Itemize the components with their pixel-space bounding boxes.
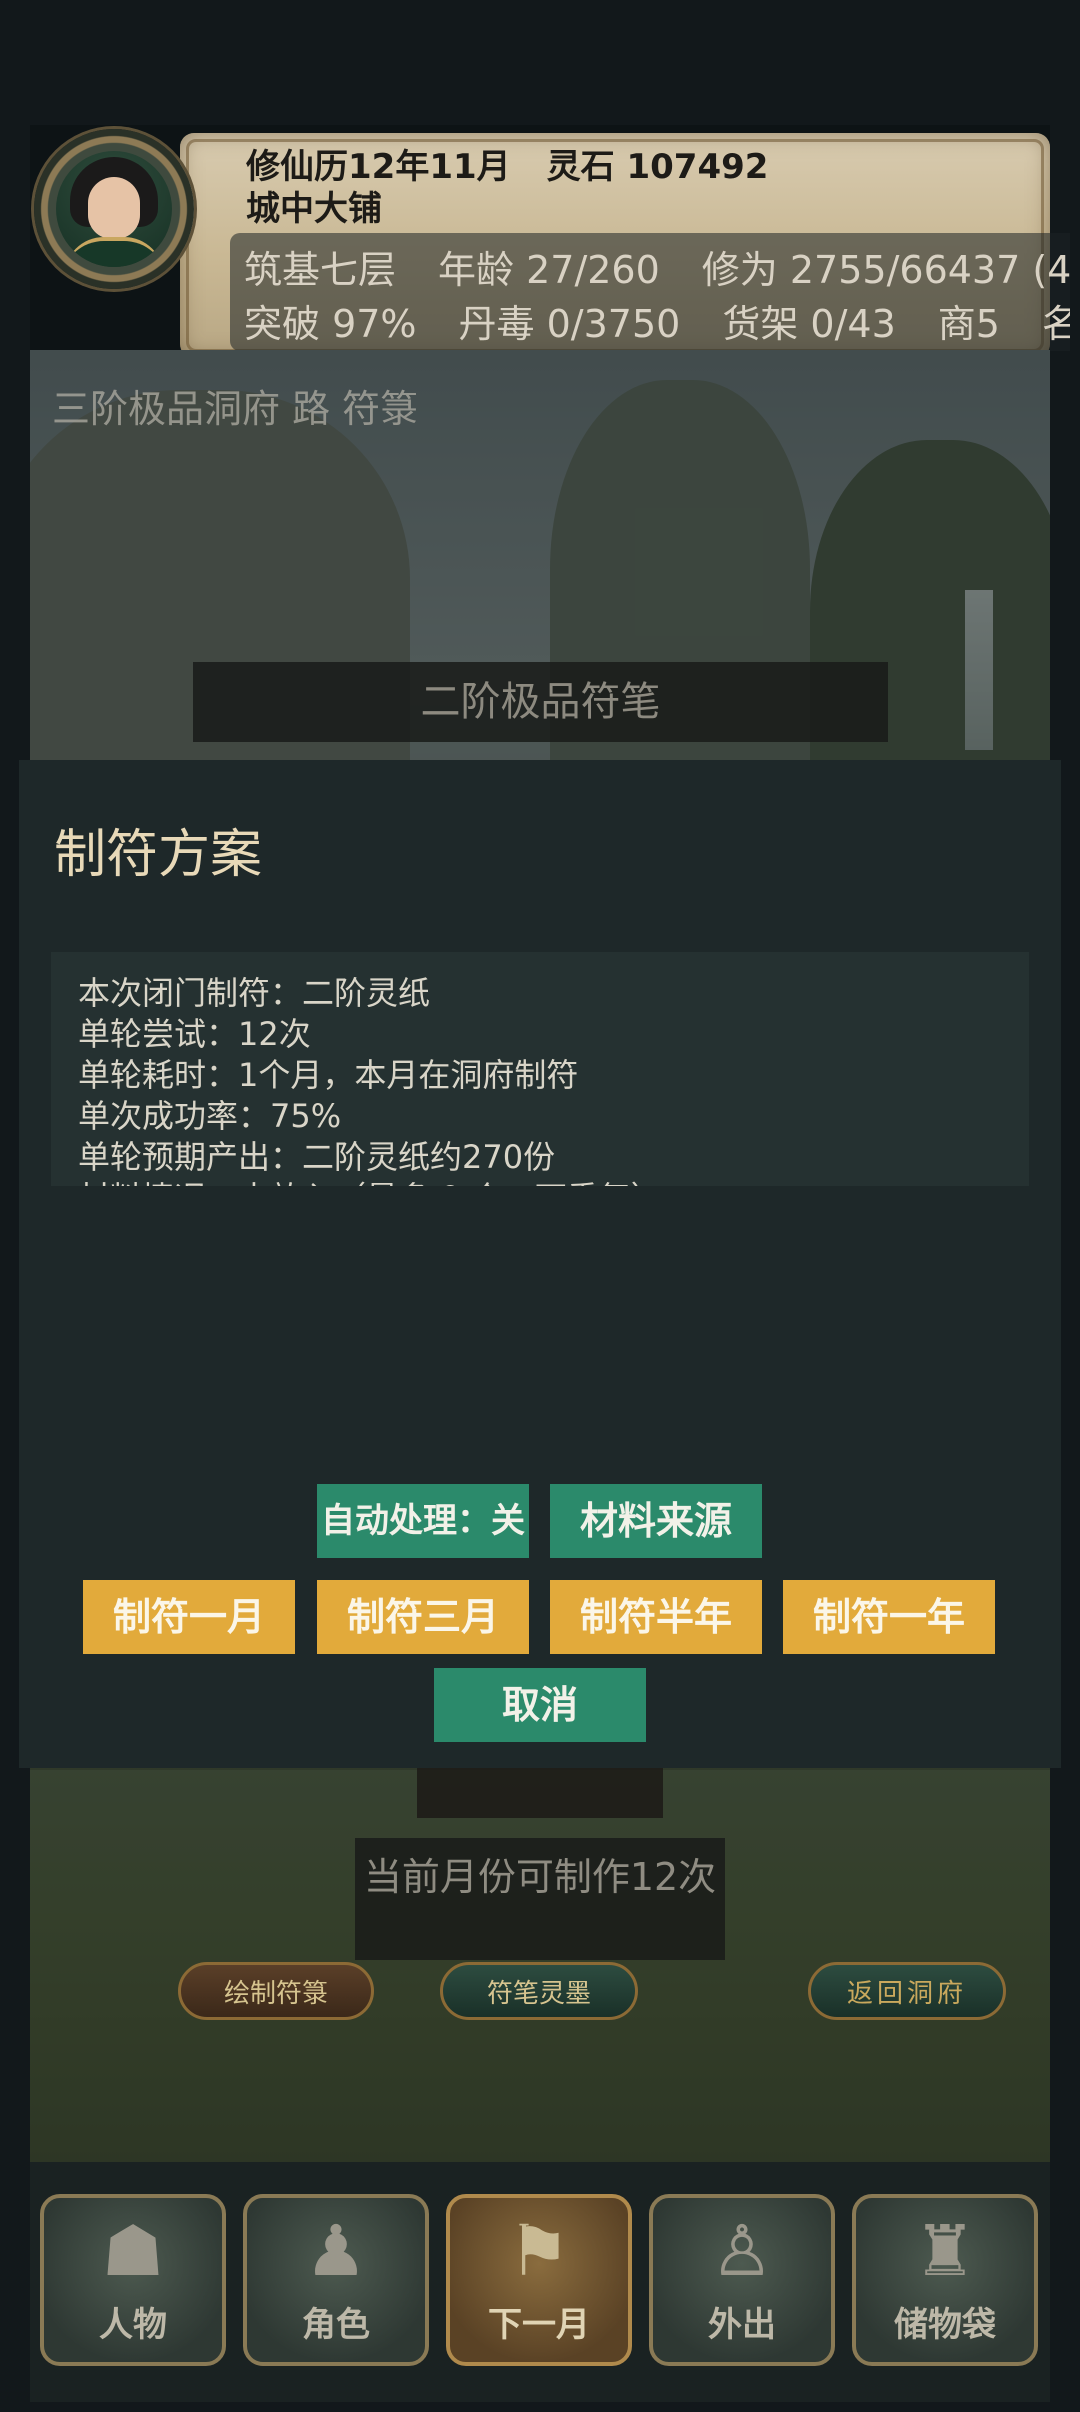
nav-next-month[interactable]: ⚑ 下一月 (446, 2194, 632, 2366)
stats-panel: 筑基七层年龄 27/260 修为 2755/66437 (4%) 突破 97% 丹毒… (230, 233, 1070, 351)
reputation-stat: 名望 (1041, 302, 1070, 346)
nav-travel-label: 外出 (708, 2305, 776, 2345)
craft-one-month-button[interactable]: 制符一月 (83, 1580, 295, 1654)
material-source-button[interactable]: 材料来源 (550, 1484, 762, 1558)
status-header: 修仙历12年11月 灵石 107492 城中大铺 筑基七层 年龄 27/260 修为 … (30, 125, 1070, 358)
shelf-stat: 货架 0/43 (722, 302, 896, 346)
cancel-button[interactable]: 取消 (434, 1668, 646, 1742)
plan-line-materials: 材料情况：未放入（最多 0 个，可重复） (78, 1173, 663, 1186)
stats-row-2: 突破 97% 丹毒 0/3750 货架 0/43 商5 名望 (244, 293, 1070, 348)
scene-title: 三阶极品洞府 路 符箓 (52, 387, 419, 431)
role-icon: ♟ (304, 2210, 368, 2292)
game-screen: 修仙历12年11月 灵石 107492 城中大铺 筑基七层 年龄 27/260 修为 … (0, 0, 1080, 2412)
cultivation-stat: 修为 2755/66437 (4%) (701, 248, 1070, 292)
flag-icon: ⚑ (507, 2210, 571, 2292)
scene-slot (417, 1766, 663, 1818)
avatar-frame[interactable] (34, 129, 194, 289)
avatar[interactable] (56, 151, 172, 267)
craft-count-label: 当前月份可制作12次 (355, 1838, 725, 1960)
breakthrough-stat: 突破 97% (244, 302, 417, 346)
spirit-stone-count: 灵石 107492 (546, 147, 769, 187)
bottom-nav: ☗ 人物 ♟ 角色 ⚑ 下一月 ♙ 外出 ♜ 储物袋 (30, 2162, 1050, 2402)
nav-next-month-label: 下一月 (488, 2305, 590, 2345)
stats-row-1: 筑基七层年龄 27/260 修为 2755/66437 (4%) (244, 239, 1070, 294)
talisman-plan-dialog: 制符方案 本次闭门制符：二阶灵纸 单轮尝试：12次 单轮耗时：1个月，本月在洞府… (19, 760, 1061, 1768)
nav-travel[interactable]: ♙ 外出 (649, 2194, 835, 2366)
travel-icon: ♙ (710, 2210, 774, 2292)
plan-line-success-rate: 单次成功率：75% (78, 1097, 342, 1135)
current-location: 城中大铺 (246, 189, 382, 229)
return-cave-button[interactable]: 返回洞府 (808, 1962, 1006, 2020)
plan-line-target: 本次闭门制符：二阶灵纸 (78, 974, 431, 1012)
bag-icon: ♜ (913, 2210, 977, 2292)
plan-line-duration: 单轮耗时：1个月，本月在洞府制符 (78, 1056, 579, 1094)
nav-person[interactable]: ☗ 人物 (40, 2194, 226, 2366)
plan-details-box[interactable]: 本次闭门制符：二阶灵纸 单轮尝试：12次 单轮耗时：1个月，本月在洞府制符 单次… (51, 952, 1029, 1186)
auto-process-toggle[interactable]: 自动处理：关 (317, 1484, 529, 1558)
nav-role-label: 角色 (302, 2305, 370, 2345)
realm-stat: 筑基七层 (244, 248, 397, 292)
plan-line-expected-output: 单轮预期产出：二阶灵纸约270份 (78, 1138, 556, 1176)
nav-person-label: 人物 (99, 2305, 167, 2345)
nav-role[interactable]: ♟ 角色 (243, 2194, 429, 2366)
brush-ink-button[interactable]: 符笔灵墨 (440, 1962, 638, 2020)
age-stat: 年龄 27/260 (438, 248, 660, 292)
dialog-title: 制符方案 (54, 825, 263, 885)
nav-storage-bag[interactable]: ♜ 储物袋 (852, 2194, 1038, 2366)
draw-talisman-button[interactable]: 绘制符箓 (178, 1962, 374, 2020)
selected-brush-banner[interactable]: 二阶极品符笔 (193, 662, 888, 742)
pill-toxin-stat: 丹毒 0/3750 (458, 302, 681, 346)
nav-storage-bag-label: 储物袋 (894, 2305, 996, 2345)
person-icon: ☗ (101, 2210, 165, 2292)
craft-three-months-button[interactable]: 制符三月 (317, 1580, 529, 1654)
plan-line-attempts: 单轮尝试：12次 (78, 1015, 311, 1053)
merchant-stat: 商5 (937, 302, 1000, 346)
craft-half-year-button[interactable]: 制符半年 (550, 1580, 762, 1654)
craft-one-year-button[interactable]: 制符一年 (783, 1580, 995, 1654)
